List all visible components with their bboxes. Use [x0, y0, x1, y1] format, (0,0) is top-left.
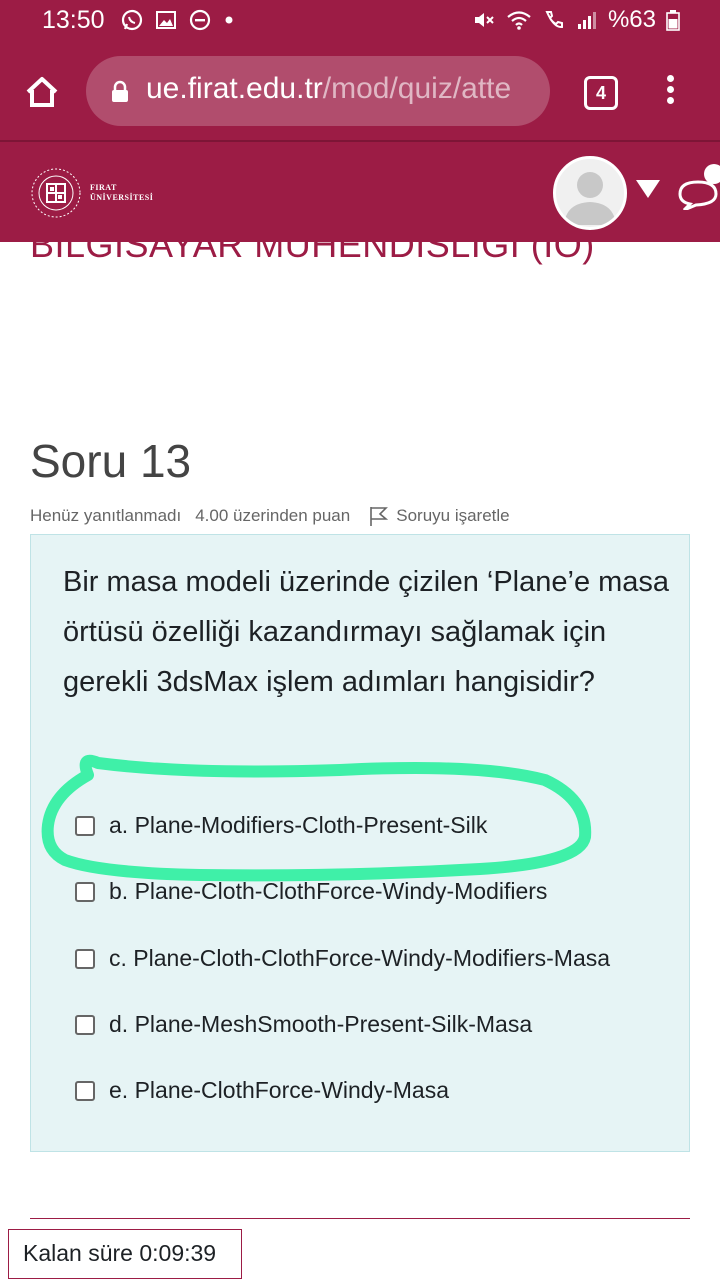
question-text: Bir masa modeli üzerinde çizilen ‘Plane’…	[63, 566, 670, 698]
mute-icon	[474, 13, 494, 27]
logo-line-1: FIRAT	[90, 183, 117, 192]
answer-checkbox[interactable]	[75, 1080, 95, 1101]
status-bar: 13:50 %63	[0, 0, 720, 42]
gallery-icon	[156, 11, 176, 29]
user-icon	[564, 172, 616, 225]
tab-switcher-button[interactable]: 4	[584, 76, 618, 110]
wifi-icon	[507, 11, 531, 30]
site-header: FIRAT ÜNİVERSİTESİ	[0, 142, 720, 242]
user-menu-caret-icon[interactable]	[636, 180, 660, 198]
user-avatar[interactable]	[553, 156, 627, 230]
question-points: 4.00 üzerinden puan	[195, 506, 351, 525]
answer-checkbox[interactable]	[75, 1014, 95, 1035]
question-status: Henüz yanıtlanmadı	[30, 506, 182, 525]
answer-option-e[interactable]: e. Plane-ClothForce-Windy-Masa	[75, 1077, 449, 1104]
logo-line-2: ÜNİVERSİTESİ	[90, 193, 154, 202]
overflow-menu-icon[interactable]	[662, 72, 678, 112]
url-path: /mod/quiz/atte	[322, 72, 512, 105]
answer-label: d. Plane-MeshSmooth-Present-Silk-Masa	[109, 1011, 533, 1037]
answer-label: c. Plane-Cloth-ClothForce-Windy-Modifier…	[109, 945, 611, 971]
flag-icon	[370, 507, 389, 526]
wifi-call-icon	[545, 11, 563, 29]
question-number: Soru 13	[30, 435, 192, 487]
dot-icon	[225, 16, 233, 24]
battery-icon	[666, 10, 680, 31]
notification-icons	[120, 8, 236, 32]
question-info: Henüz yanıtlanmadı 4.00 üzerinden puan S…	[30, 505, 510, 527]
course-title-clip: BİLGİSAYAR MÜHENDİSLİĞİ (İÖ)	[0, 242, 720, 282]
url-text[interactable]: ue.firat.edu.tr/mod/quiz/atte	[146, 72, 511, 106]
battery-percent: %63	[607, 6, 656, 33]
messages-icon[interactable]	[676, 162, 720, 210]
url-domain: ue.firat.edu.tr	[146, 72, 323, 105]
flag-question-button[interactable]: Soruyu işaretle	[368, 505, 510, 527]
do-not-disturb-icon	[189, 9, 211, 31]
answer-option-c[interactable]: c. Plane-Cloth-ClothForce-Windy-Modifier…	[75, 945, 610, 972]
flag-question-label: Soruyu işaretle	[396, 506, 510, 525]
signal-icon	[577, 12, 596, 29]
home-icon[interactable]	[22, 72, 62, 112]
system-icons: %63	[472, 6, 680, 34]
answer-option-d[interactable]: d. Plane-MeshSmooth-Present-Silk-Masa	[75, 1011, 532, 1038]
answer-label: e. Plane-ClothForce-Windy-Masa	[109, 1077, 450, 1103]
whatsapp-icon	[121, 9, 143, 31]
hand-drawn-highlight	[41, 754, 592, 882]
bottom-divider	[30, 1218, 690, 1219]
address-bar[interactable]: ue.firat.edu.tr/mod/quiz/atte	[86, 56, 550, 126]
time-remaining: Kalan süre 0:09:39	[8, 1229, 242, 1279]
answer-checkbox[interactable]	[75, 948, 95, 969]
university-seal-icon	[31, 168, 81, 218]
status-time: 13:50	[42, 6, 105, 34]
lock-icon	[112, 80, 128, 102]
course-title: BİLGİSAYAR MÜHENDİSLİĞİ (İÖ)	[30, 242, 595, 265]
browser-toolbar: ue.firat.edu.tr/mod/quiz/atte 4	[0, 42, 720, 140]
logo-text: FIRAT ÜNİVERSİTESİ	[90, 183, 153, 203]
university-logo[interactable]: FIRAT ÜNİVERSİTESİ	[30, 167, 153, 219]
